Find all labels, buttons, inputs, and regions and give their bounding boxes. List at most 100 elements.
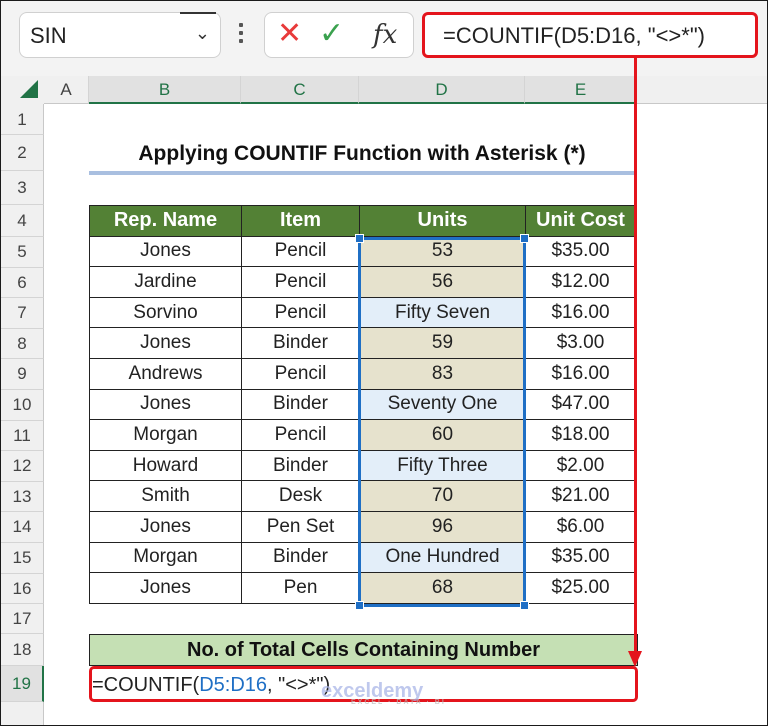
result-header[interactable]: No. of Total Cells Containing Number bbox=[89, 634, 638, 666]
cell-unit-cost[interactable]: $3.00 bbox=[525, 327, 636, 359]
cancel-x-icon[interactable]: ✕ bbox=[277, 19, 302, 49]
row-header-13[interactable]: 13 bbox=[1, 481, 44, 513]
table-header-row: Rep. Name Item Units Unit Cost bbox=[89, 205, 636, 237]
row-header-4[interactable]: 4 bbox=[1, 205, 44, 237]
cell-rep-name[interactable]: Howard bbox=[89, 449, 242, 482]
cell-item[interactable]: Binder bbox=[241, 449, 360, 482]
row-header-5[interactable]: 5 bbox=[1, 237, 44, 268]
cell-units[interactable]: Fifty Seven bbox=[359, 296, 526, 329]
column-header-e[interactable]: E bbox=[525, 76, 637, 104]
more-options-icon[interactable] bbox=[239, 23, 245, 47]
cell-rep-name[interactable]: Smith bbox=[89, 480, 242, 512]
cell-rep-name[interactable]: Jones bbox=[89, 572, 242, 604]
table-row: Jones Pencil 53 $35.00 bbox=[89, 235, 636, 268]
table-row: Jones Binder Seventy One $47.00 bbox=[89, 388, 636, 421]
formula-input[interactable]: =COUNTIF(D5:D16, "<>*") bbox=[422, 12, 758, 58]
row-header-11[interactable]: 11 bbox=[1, 420, 44, 452]
table-row: Smith Desk 70 $21.00 bbox=[89, 480, 636, 512]
row-header-10[interactable]: 10 bbox=[1, 390, 44, 421]
name-box[interactable]: SIN ⌄ bbox=[19, 12, 221, 58]
cell-unit-cost[interactable]: $12.00 bbox=[525, 266, 636, 298]
cell-item[interactable]: Pen bbox=[241, 572, 360, 604]
row-header-2[interactable]: 2 bbox=[1, 135, 44, 171]
cell-rep-name[interactable]: Jardine bbox=[89, 266, 242, 298]
cell-units[interactable]: 68 bbox=[359, 572, 526, 604]
cell-units[interactable]: 59 bbox=[359, 327, 526, 359]
cell-rep-name[interactable]: Jones bbox=[89, 327, 242, 359]
cell-item[interactable]: Desk bbox=[241, 480, 360, 512]
column-header-c[interactable]: C bbox=[241, 76, 359, 104]
cell-unit-cost[interactable]: $21.00 bbox=[525, 480, 636, 512]
select-all-button[interactable] bbox=[1, 76, 44, 104]
cell-unit-cost[interactable]: $35.00 bbox=[525, 235, 636, 268]
cell-rep-name[interactable]: Andrews bbox=[89, 357, 242, 390]
column-header-d[interactable]: D bbox=[359, 76, 525, 104]
annotation-arrow-line bbox=[634, 58, 637, 658]
table-row: Jones Pen 68 $25.00 bbox=[89, 572, 636, 604]
cell-unit-cost[interactable]: $6.00 bbox=[525, 510, 636, 543]
row-header-8[interactable]: 8 bbox=[1, 328, 44, 360]
cell-unit-cost[interactable]: $35.00 bbox=[525, 541, 636, 574]
insert-function-fx-icon[interactable]: fx bbox=[373, 20, 397, 50]
row-header-filler bbox=[1, 702, 44, 725]
row-header-14[interactable]: 14 bbox=[1, 512, 44, 543]
row-header-1[interactable]: 1 bbox=[1, 104, 44, 135]
cell-unit-cost[interactable]: $25.00 bbox=[525, 572, 636, 604]
cell-unit-cost[interactable]: $16.00 bbox=[525, 296, 636, 329]
row-header-18[interactable]: 18 bbox=[1, 634, 44, 666]
cell-item[interactable]: Binder bbox=[241, 327, 360, 359]
header-units[interactable]: Units bbox=[359, 205, 526, 237]
formula-range-ref: D5:D16 bbox=[199, 674, 268, 696]
cell-item[interactable]: Pencil bbox=[241, 266, 360, 298]
column-header-b[interactable]: B bbox=[89, 76, 241, 104]
cell-item[interactable]: Binder bbox=[241, 388, 360, 421]
cell-rep-name[interactable]: Morgan bbox=[89, 419, 242, 451]
table-row: Andrews Pencil 83 $16.00 bbox=[89, 357, 636, 390]
table-row: Howard Binder Fifty Three $2.00 bbox=[89, 449, 636, 482]
cell-units[interactable]: 53 bbox=[359, 235, 526, 268]
chevron-down-icon[interactable]: ⌄ bbox=[195, 23, 210, 44]
cell-units[interactable]: Seventy One bbox=[359, 388, 526, 421]
row-header-16[interactable]: 16 bbox=[1, 573, 44, 605]
cell-units[interactable]: 83 bbox=[359, 357, 526, 390]
cell-rep-name[interactable]: Sorvino bbox=[89, 296, 242, 329]
cell-unit-cost[interactable]: $47.00 bbox=[525, 388, 636, 421]
cell-units[interactable]: One Hundred bbox=[359, 541, 526, 574]
watermark-tagline: EXCEL · DATA · BI bbox=[351, 699, 446, 706]
cell-item[interactable]: Pen Set bbox=[241, 510, 360, 543]
cell-units[interactable]: 96 bbox=[359, 510, 526, 543]
cell-item[interactable]: Pencil bbox=[241, 357, 360, 390]
select-all-triangle-icon bbox=[20, 80, 38, 98]
row-header-12[interactable]: 12 bbox=[1, 451, 44, 482]
column-header-a[interactable]: A bbox=[44, 76, 89, 104]
cell-rep-name[interactable]: Jones bbox=[89, 510, 242, 543]
row-header-6[interactable]: 6 bbox=[1, 267, 44, 299]
row-header-15[interactable]: 15 bbox=[1, 543, 44, 574]
row-header-9[interactable]: 9 bbox=[1, 359, 44, 390]
cell-item[interactable]: Pencil bbox=[241, 296, 360, 329]
cell-item[interactable]: Pencil bbox=[241, 235, 360, 268]
cell-units[interactable]: Fifty Three bbox=[359, 449, 526, 482]
header-item[interactable]: Item bbox=[241, 205, 360, 237]
cell-unit-cost[interactable]: $16.00 bbox=[525, 357, 636, 390]
header-unit-cost[interactable]: Unit Cost bbox=[525, 205, 636, 237]
cell-units[interactable]: 56 bbox=[359, 266, 526, 298]
table-row: Jones Binder 59 $3.00 bbox=[89, 327, 636, 359]
cell-rep-name[interactable]: Jones bbox=[89, 235, 242, 268]
enter-check-icon[interactable]: ✓ bbox=[319, 19, 344, 49]
cell-item[interactable]: Pencil bbox=[241, 419, 360, 451]
cell-units[interactable]: 70 bbox=[359, 480, 526, 512]
annotation-arrow-head-icon bbox=[628, 651, 642, 667]
cell-unit-cost[interactable]: $18.00 bbox=[525, 419, 636, 451]
cell-item[interactable]: Binder bbox=[241, 541, 360, 574]
column-header-blank bbox=[637, 76, 767, 104]
row-header-3[interactable]: 3 bbox=[1, 171, 44, 205]
row-header-7[interactable]: 7 bbox=[1, 298, 44, 329]
cell-rep-name[interactable]: Jones bbox=[89, 388, 242, 421]
cell-unit-cost[interactable]: $2.00 bbox=[525, 449, 636, 482]
cell-units[interactable]: 60 bbox=[359, 419, 526, 451]
row-header-19[interactable]: 19 bbox=[1, 666, 44, 702]
row-header-17[interactable]: 17 bbox=[1, 604, 44, 634]
cell-rep-name[interactable]: Morgan bbox=[89, 541, 242, 574]
header-rep-name[interactable]: Rep. Name bbox=[89, 205, 242, 237]
